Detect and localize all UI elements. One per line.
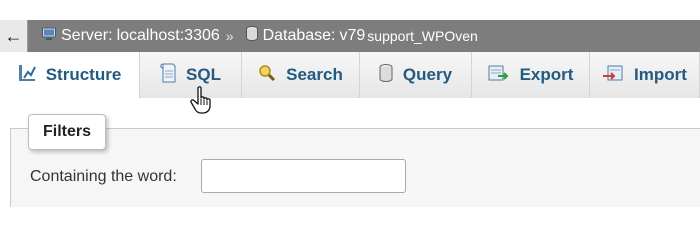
tab-import[interactable]: Import: [590, 52, 700, 98]
breadcrumb-database[interactable]: Database: v79 support_WPOven: [240, 26, 478, 46]
tab-query[interactable]: Query: [360, 52, 472, 98]
database-value[interactable]: v79: [340, 27, 366, 45]
export-icon: [488, 64, 510, 87]
import-icon: [602, 64, 624, 87]
database-label: Database:: [262, 27, 336, 44]
tab-export[interactable]: Export: [472, 52, 590, 98]
server-value[interactable]: localhost:3306: [117, 27, 220, 45]
search-icon: [258, 64, 276, 87]
tab-label: SQL: [186, 65, 221, 84]
tab-label: Import: [634, 65, 687, 84]
hand-cursor-icon: [190, 86, 216, 119]
tab-structure[interactable]: Structure: [0, 52, 140, 98]
server-icon: [42, 27, 56, 46]
structure-icon: [18, 64, 36, 87]
containing-word-label: Containing the word:: [30, 168, 177, 185]
tab-label: Structure: [45, 65, 122, 84]
tab-bar: Structure SQL Search Query Export Import: [0, 52, 700, 98]
tab-label: Search: [286, 65, 343, 84]
server-label: Server:: [61, 27, 113, 44]
sql-icon: [160, 63, 176, 88]
breadcrumb-separator: »: [225, 28, 234, 44]
database-suffix[interactable]: support_WPOven: [367, 28, 478, 44]
tab-search[interactable]: Search: [242, 52, 360, 98]
page-background: [0, 207, 700, 250]
breadcrumb-server[interactable]: Server: localhost:3306: [28, 27, 220, 46]
breadcrumb: ← Server: localhost:3306 » Database: v79…: [0, 20, 700, 52]
tab-label: Export: [519, 65, 574, 84]
tab-label: Query: [402, 65, 453, 84]
query-icon: [379, 63, 393, 87]
database-icon: [240, 26, 258, 46]
back-arrow-button[interactable]: ←: [0, 20, 28, 52]
filters-legend: Filters: [28, 114, 107, 150]
containing-word-input[interactable]: [201, 159, 406, 193]
